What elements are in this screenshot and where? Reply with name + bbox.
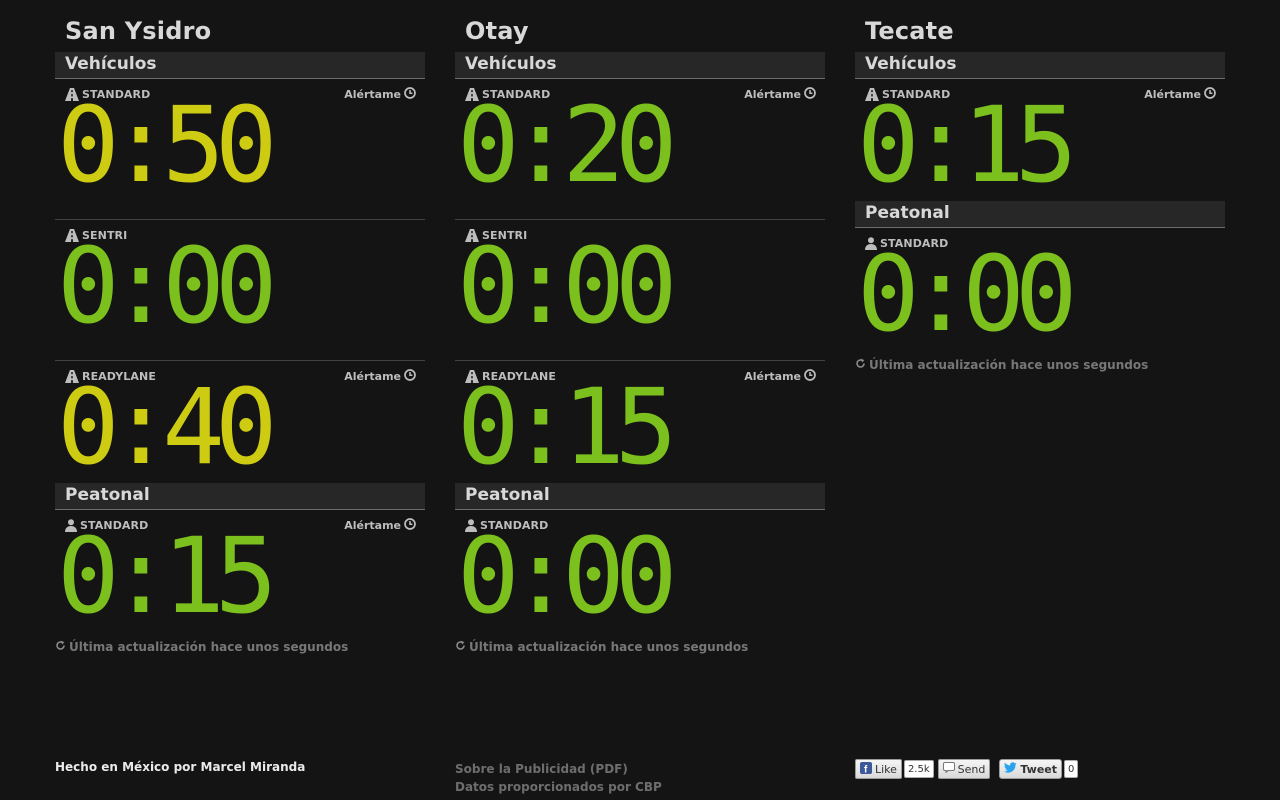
refresh-icon: [455, 640, 466, 654]
facebook-icon: f: [860, 761, 872, 777]
crossing-title: Otay: [465, 17, 529, 45]
tweet-button[interactable]: Tweet: [999, 759, 1062, 779]
last-updated: Última actualización hace unos segundos: [55, 640, 348, 654]
section-header: Peatonal: [455, 483, 825, 510]
crossing-title: San Ysidro: [65, 17, 212, 45]
alert-me-label: Alértame: [344, 518, 401, 532]
footer-credit: Hecho en México por Marcel Miranda: [55, 760, 306, 774]
crossing-title: Tecate: [865, 17, 954, 45]
last-updated-text: Última actualización hace unos segundos: [869, 358, 1149, 372]
section-header: Peatonal: [55, 483, 425, 510]
last-updated-text: Última actualización hace unos segundos: [69, 640, 349, 654]
wait-time: 0:20: [457, 84, 677, 206]
lane-standard: STANDARD 0:00: [855, 228, 1225, 368]
section-title: Vehículos: [865, 54, 957, 74]
alert-me-link[interactable]: Alértame: [344, 86, 416, 102]
lane-standard: STANDARD 0:00: [455, 510, 825, 650]
section-header: Vehículos: [855, 52, 1225, 79]
alert-me-label: Alértame: [344, 87, 401, 101]
section-header: Vehículos: [455, 52, 825, 79]
clock-icon: [804, 86, 816, 102]
alert-me-link[interactable]: Alértame: [344, 368, 416, 384]
clock-icon: [1204, 86, 1216, 102]
alert-me-link[interactable]: Alértame: [744, 368, 816, 384]
last-updated-text: Última actualización hace unos segundos: [469, 640, 749, 654]
section-title: Peatonal: [65, 485, 150, 505]
clock-icon: [404, 86, 416, 102]
section-title: Peatonal: [865, 203, 950, 223]
wait-time: 0:00: [857, 233, 1077, 355]
refresh-icon: [55, 640, 66, 654]
section-header: Peatonal: [855, 201, 1225, 228]
last-updated: Última actualización hace unos segundos: [855, 358, 1148, 372]
lane-standard: STANDARD Alértame 0:50: [55, 79, 425, 220]
alert-me-label: Alértame: [344, 369, 401, 383]
like-count: 2.5k: [903, 760, 934, 778]
tweet-count: 0: [1064, 760, 1079, 778]
lane-standard: STANDARD Alértame 0:15: [55, 510, 425, 650]
wait-time: 0:40: [57, 366, 277, 488]
lane-standard: STANDARD Alértame 0:20: [455, 79, 825, 220]
clock-icon: [404, 368, 416, 384]
lane-standard: STANDARD Alértame 0:15: [855, 79, 1225, 219]
send-icon: [942, 762, 955, 776]
social-buttons: f Like 2.5k Send Tweet 0: [855, 759, 1079, 779]
wait-time: 0:00: [457, 225, 677, 347]
section-title: Vehículos: [465, 54, 557, 74]
section-title: Vehículos: [65, 54, 157, 74]
facebook-send-button[interactable]: Send: [937, 759, 991, 779]
wait-time: 0:15: [857, 84, 1077, 206]
alert-me-label: Alértame: [1144, 87, 1201, 101]
last-updated: Última actualización hace unos segundos: [455, 640, 748, 654]
lane-readylane: READYLANE Alértame 0:40: [55, 361, 425, 501]
refresh-icon: [855, 358, 866, 372]
facebook-like-button[interactable]: f Like: [855, 759, 902, 779]
alert-me-link[interactable]: Alértame: [744, 86, 816, 102]
wait-time: 0:15: [57, 515, 277, 637]
lane-readylane: READYLANE Alértame 0:15: [455, 361, 825, 501]
alert-me-link[interactable]: Alértame: [1144, 86, 1216, 102]
section-title: Peatonal: [465, 485, 550, 505]
twitter-bird-icon: [1004, 762, 1017, 776]
alert-me-link[interactable]: Alértame: [344, 517, 416, 533]
lane-sentri: SENTRI 0:00: [455, 220, 825, 361]
footer-links: Sobre la Publicidad (PDF) Datos proporci…: [455, 760, 662, 796]
section-header: Vehículos: [55, 52, 425, 79]
clock-icon: [804, 368, 816, 384]
clock-icon: [404, 517, 416, 533]
wait-time: 0:50: [57, 84, 277, 206]
wait-time: 0:15: [457, 366, 677, 488]
lane-sentri: SENTRI 0:00: [55, 220, 425, 361]
wait-time: 0:00: [457, 515, 677, 637]
data-source-text: Datos proporcionados por CBP: [455, 780, 662, 794]
wait-time: 0:00: [57, 225, 277, 347]
alert-me-label: Alértame: [744, 369, 801, 383]
alert-me-label: Alértame: [744, 87, 801, 101]
ads-pdf-link[interactable]: Sobre la Publicidad (PDF): [455, 760, 662, 778]
